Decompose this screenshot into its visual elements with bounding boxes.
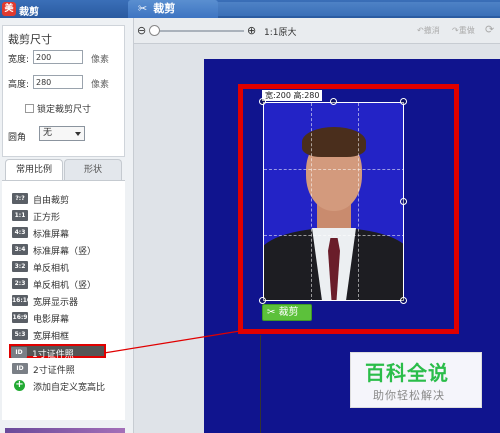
ratio-label: 1寸证件照 [32, 350, 74, 360]
resize-handle-n[interactable] [330, 98, 337, 105]
ratio-label: 添加自定义宽高比 [33, 383, 106, 393]
undo-label: 撤消 [423, 26, 440, 35]
ratio-item-1-inch-id[interactable]: ID 1寸证件照 [9, 344, 106, 360]
ratio-item-free[interactable]: ?:? 自由裁剪 [12, 192, 122, 206]
ratio-list: ?:? 自由裁剪 1:1 正方形 4:3 标准屏幕 3:4 标准屏幕（竖） 3:2 单反相… [2, 180, 125, 420]
zoom-slider[interactable] [152, 30, 244, 32]
add-custom-ratio[interactable]: + 添加自定义宽高比 [12, 379, 122, 393]
watermark-subtitle: 助你轻松解决 [373, 389, 445, 402]
ratio-label: 电影屏幕 [33, 315, 70, 325]
zoom-slider-thumb[interactable] [149, 25, 160, 36]
height-unit: 像素 [91, 80, 110, 90]
thumbnail-strip [5, 428, 125, 433]
ratio-label: 单反相机 [33, 264, 70, 274]
chevron-down-icon [75, 132, 81, 136]
ratio-2-3-icon: 2:3 [12, 278, 28, 289]
ratio-16-10-icon: 16:10 [12, 295, 32, 306]
watermark: 百科全说 助你轻松解决 [350, 352, 482, 408]
ratio-label: 正方形 [33, 213, 61, 223]
ratio-4-3-icon: 4:3 [12, 227, 28, 238]
app-logo-icon: 美 [2, 2, 16, 16]
add-icon: + [14, 379, 25, 391]
ratio-16-9-icon: 16:9 [12, 312, 28, 323]
tab-common-ratios[interactable]: 常用比例 [5, 159, 63, 181]
ratio-label: 标准屏幕 [33, 230, 70, 240]
title-bar-strip [218, 2, 500, 16]
height-input[interactable] [33, 75, 83, 89]
actual-size-button[interactable]: 1:1原大 [264, 25, 297, 38]
watermark-title: 百科全说 [365, 361, 449, 385]
ratio-3-2-icon: 3:2 [12, 261, 28, 272]
guide-line [260, 335, 261, 433]
grid-line [311, 103, 312, 300]
grid-line [264, 169, 403, 170]
undo-button[interactable]: ↶撤消 [417, 25, 440, 36]
redo-label: 重做 [458, 26, 475, 35]
corner-select[interactable]: 无 [39, 126, 85, 141]
ratio-label: 2寸证件照 [33, 366, 75, 376]
crop-button[interactable]: ✂ 裁剪 [262, 304, 312, 321]
corner-select-value: 无 [43, 128, 53, 138]
width-unit: 像素 [91, 55, 110, 65]
tab-shapes[interactable]: 形状 [64, 159, 122, 181]
ratio-item-5-3[interactable]: 5:3 宽屏相框 [12, 328, 122, 342]
ratio-label: 宽屏相框 [33, 332, 70, 342]
ratio-label: 自由裁剪 [33, 196, 70, 206]
title-bar: 美 裁剪 ✂ 裁剪 [0, 0, 500, 18]
id-photo-icon: ID [11, 347, 27, 358]
grid-line [358, 103, 359, 300]
crop-size-tag: 宽:200 高:280 [262, 90, 323, 101]
tab-crop[interactable]: ✂ 裁剪 [128, 0, 218, 18]
corner-label: 圆角 [8, 133, 27, 143]
toolbar: ⊖ ⊕ 1:1原大 ↶撤消 ↷重做 ⟳ [134, 18, 500, 44]
resize-handle-nw[interactable] [259, 98, 266, 105]
rotate-icon[interactable]: ⟳ [485, 23, 494, 36]
crop-size-header: 裁剪尺寸 [8, 33, 52, 46]
zoom-out-icon[interactable]: ⊖ [137, 24, 146, 37]
ratio-item-3-2[interactable]: 3:2 单反相机 [12, 260, 122, 274]
ratio-label: 单反相机（竖） [33, 281, 97, 291]
ratio-item-3-4[interactable]: 3:4 标准屏幕（竖） [12, 243, 122, 257]
ratio-item-4-3[interactable]: 4:3 标准屏幕 [12, 226, 122, 240]
scissors-icon: ✂ [267, 307, 279, 318]
ratio-item-16-9[interactable]: 16:9 电影屏幕 [12, 311, 122, 325]
ratio-label: 标准屏幕（竖） [33, 247, 97, 257]
width-label: 宽度: [8, 55, 30, 65]
redo-button[interactable]: ↷重做 [452, 25, 475, 36]
zoom-in-icon[interactable]: ⊕ [247, 24, 256, 37]
window-title: 裁剪 [19, 7, 39, 18]
height-label: 高度: [8, 80, 30, 90]
ratio-tabs: 常用比例 形状 [2, 159, 125, 181]
ratio-label: 宽屏显示器 [33, 298, 79, 308]
id-photo-icon: ID [12, 363, 28, 374]
resize-handle-sw[interactable] [259, 297, 266, 304]
ratio-1-1-icon: 1:1 [12, 210, 28, 221]
ratio-item-square[interactable]: 1:1 正方形 [12, 209, 122, 223]
lock-size-checkbox[interactable] [25, 104, 34, 113]
grid-line [264, 235, 403, 236]
ratio-item-16-10[interactable]: 16:10 宽屏显示器 [12, 294, 122, 308]
crop-size-panel: 裁剪尺寸 宽度: 像素 高度: 像素 锁定裁剪尺寸 圆角 无 [2, 25, 125, 157]
ratio-3-4-icon: 3:4 [12, 244, 28, 255]
left-panel: 裁剪尺寸 宽度: 像素 高度: 像素 锁定裁剪尺寸 圆角 无 常用比例 形状 ?… [0, 18, 134, 433]
ratio-item-2-inch-id[interactable]: ID 2寸证件照 [12, 362, 122, 376]
resize-handle-se[interactable] [400, 297, 407, 304]
ratio-5-3-icon: 5:3 [12, 329, 28, 340]
crop-region[interactable] [263, 102, 404, 301]
resize-handle-e[interactable] [400, 198, 407, 205]
width-input[interactable] [33, 50, 83, 64]
ratio-item-2-3[interactable]: 2:3 单反相机（竖） [12, 277, 122, 291]
scissors-icon: ✂ [138, 2, 148, 15]
crop-button-label: 裁剪 [278, 307, 299, 318]
tab-crop-label: 裁剪 [153, 2, 176, 15]
ratio-free-icon: ?:? [12, 193, 28, 204]
resize-handle-ne[interactable] [400, 98, 407, 105]
lock-size-label: 锁定裁剪尺寸 [37, 105, 92, 115]
